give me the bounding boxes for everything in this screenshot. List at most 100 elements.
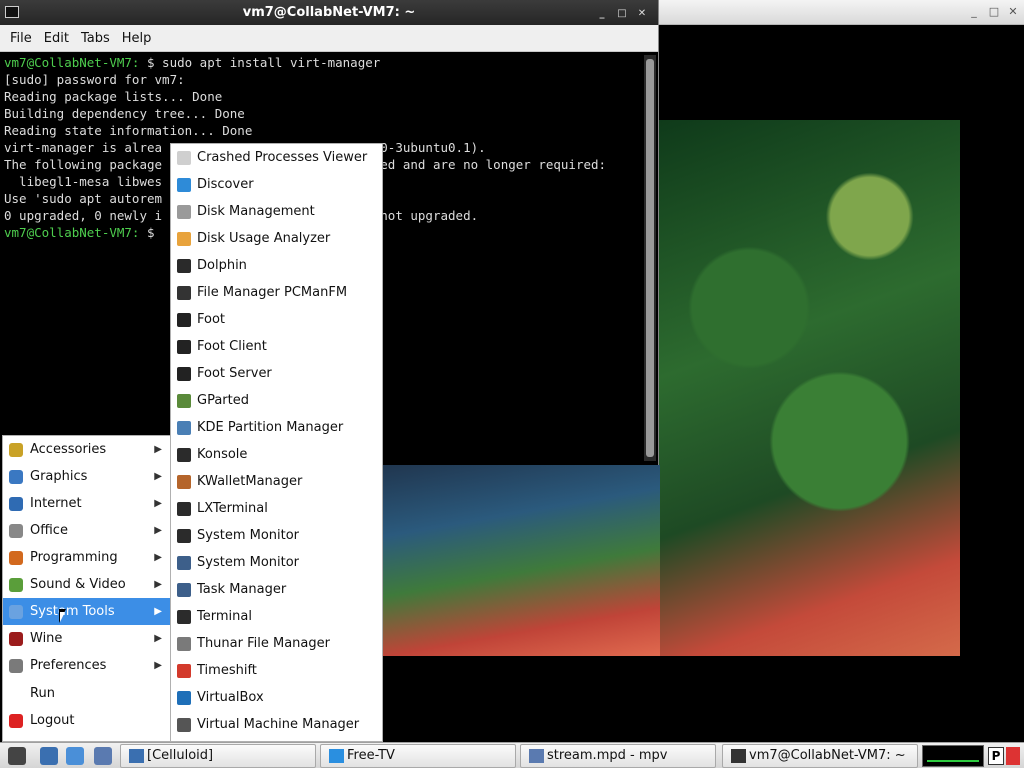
submenu-item-task-manager[interactable]: Task Manager [171, 576, 382, 603]
system-tools-icon [9, 605, 23, 619]
menu-item-wine[interactable]: Wine ▶ [3, 625, 170, 652]
window-switcher-icon[interactable] [94, 747, 112, 765]
minimize-icon[interactable]: _ [596, 1, 608, 26]
kde-partition-manager-icon [177, 421, 191, 435]
menu-edit[interactable]: Edit [38, 25, 75, 52]
crash-viewer-icon [177, 151, 191, 165]
pcmanfm-icon [177, 286, 191, 300]
cpu-monitor[interactable] [922, 745, 984, 767]
video-frame[interactable] [659, 120, 960, 656]
submenu-item-label: System Monitor [197, 528, 300, 543]
submenu-item-foot[interactable]: Foot [171, 306, 382, 333]
submenu-item-label: Discover [197, 177, 254, 192]
tray-icon[interactable] [1006, 747, 1020, 765]
terminal-line: vm7@CollabNet-VM7: $ sudo apt install vi… [4, 54, 640, 71]
submenu-item-thunar-file-manager[interactable]: Thunar File Manager [171, 630, 382, 657]
menu-item-graphics[interactable]: Graphics ▶ [3, 463, 170, 490]
start-menu-icon[interactable] [8, 747, 26, 765]
discover-icon [177, 178, 191, 192]
menu-item-programming[interactable]: Programming ▶ [3, 544, 170, 571]
taskbar-task[interactable]: [Celluloid] [120, 744, 316, 768]
graphics-icon [9, 470, 23, 484]
show-desktop-icon[interactable] [40, 747, 58, 765]
mpv-window[interactable]: _ □ ✕ [659, 0, 1024, 742]
terminal-text: $ [139, 225, 163, 240]
terminal-text: [sudo] password for vm7: [4, 72, 185, 87]
taskbar-task-label: vm7@CollabNet-VM7: ~ [749, 748, 906, 763]
menu-help[interactable]: Help [116, 25, 158, 52]
menu-item-label: Preferences [30, 658, 107, 673]
taskbar-task[interactable]: Free-TV [320, 744, 516, 768]
menu-tabs[interactable]: Tabs [75, 25, 116, 52]
terminal-line: Reading state information... Done [4, 122, 640, 139]
submenu-item-foot-server[interactable]: Foot Server [171, 360, 382, 387]
maximize-icon[interactable]: □ [616, 1, 628, 26]
terminal-text: Reading package lists... Done [4, 89, 223, 104]
submenu-item-label: File Manager PCManFM [197, 285, 348, 300]
submenu-item-lxterminal[interactable]: LXTerminal [171, 495, 382, 522]
submenu-item-virtualbox[interactable]: VirtualBox [171, 684, 382, 711]
submenu-item-dolphin[interactable]: Dolphin [171, 252, 382, 279]
submenu-item-discover[interactable]: Discover [171, 171, 382, 198]
terminal-icon [177, 610, 191, 624]
scrollbar-thumb[interactable] [646, 59, 654, 457]
submenu-item-disk-management[interactable]: Disk Management [171, 198, 382, 225]
terminal-text: libegl1-mesa libwes [4, 174, 163, 189]
tray-indicator[interactable]: P [988, 747, 1004, 765]
terminal-scrollbar[interactable] [644, 55, 656, 461]
menu-item-label: Accessories [30, 442, 107, 457]
chevron-right-icon: ▶ [154, 498, 162, 509]
submenu-item-file-manager-pcmanfm[interactable]: File Manager PCManFM [171, 279, 382, 306]
submenu-item-terminal[interactable]: Terminal [171, 603, 382, 630]
submenu-item-timeshift[interactable]: Timeshift [171, 657, 382, 684]
terminal-title: vm7@CollabNet-VM7: ~ [242, 5, 416, 20]
konsole-icon [177, 448, 191, 462]
taskbar-task-label: Free-TV [347, 748, 395, 763]
submenu-item-konsole[interactable]: Konsole [171, 441, 382, 468]
menu-item-label: Programming [30, 550, 118, 565]
mpv-titlebar[interactable]: _ □ ✕ [659, 0, 1024, 25]
terminal-text: $ sudo apt install virt-manager [139, 55, 381, 70]
submenu-item-kwalletmanager[interactable]: KWalletManager [171, 468, 382, 495]
menu-item-internet[interactable]: Internet ▶ [3, 490, 170, 517]
close-icon[interactable]: ✕ [636, 1, 648, 26]
submenu-item-crashed-processes-viewer[interactable]: Crashed Processes Viewer [171, 144, 382, 171]
menu-item-preferences[interactable]: Preferences ▶ [3, 652, 170, 679]
application-menu: Accessories ▶ Graphics ▶ Internet ▶ Office ▶ Pro… [2, 435, 171, 742]
terminal-app-icon [5, 6, 19, 18]
menu-file[interactable]: File [4, 25, 38, 52]
maximize-icon[interactable]: □ [988, 6, 1000, 18]
menu-item-label: Sound & Video [30, 577, 126, 592]
submenu-item-foot-client[interactable]: Foot Client [171, 333, 382, 360]
submenu-item-gparted[interactable]: GParted [171, 387, 382, 414]
chevron-right-icon: ▶ [154, 525, 162, 536]
browser-icon[interactable] [66, 747, 84, 765]
taskbar-task[interactable]: stream.mpd - mpv [520, 744, 716, 768]
menu-item-sound-video[interactable]: Sound & Video ▶ [3, 571, 170, 598]
menu-item-office[interactable]: Office ▶ [3, 517, 170, 544]
menu-item-system-tools[interactable]: System Tools ▶ [3, 598, 170, 625]
submenu-item-label: Dolphin [197, 258, 247, 273]
office-icon [9, 524, 23, 538]
submenu-item-disk-usage-analyzer[interactable]: Disk Usage Analyzer [171, 225, 382, 252]
minimize-icon[interactable]: _ [968, 6, 980, 18]
menu-item-logout[interactable]: Logout [3, 707, 170, 734]
taskbar-task[interactable]: vm7@CollabNet-VM7: ~ [722, 744, 918, 768]
terminal-text: Building dependency tree... Done [4, 106, 245, 121]
submenu-item-system-monitor[interactable]: System Monitor [171, 522, 382, 549]
submenu-item-kde-partition-manager[interactable]: KDE Partition Manager [171, 414, 382, 441]
chevron-right-icon: ▶ [154, 444, 162, 455]
task-manager-icon [177, 583, 191, 597]
menu-item-run[interactable]: Run [3, 680, 170, 707]
submenu-item-system-monitor[interactable]: System Monitor [171, 549, 382, 576]
submenu-item-virtual-machine-manager[interactable]: Virtual Machine Manager [171, 711, 382, 738]
submenu-item-label: Crashed Processes Viewer [197, 150, 368, 165]
submenu-item-label: VirtualBox [197, 690, 264, 705]
submenu-item-label: Task Manager [197, 582, 287, 597]
close-icon[interactable]: ✕ [1007, 6, 1019, 18]
internet-icon [9, 497, 23, 511]
chevron-right-icon: ▶ [154, 579, 162, 590]
terminal-titlebar[interactable]: vm7@CollabNet-VM7: ~ _ □ ✕ [0, 0, 658, 25]
video-frame-lower[interactable] [382, 465, 660, 656]
menu-item-accessories[interactable]: Accessories ▶ [3, 436, 170, 463]
